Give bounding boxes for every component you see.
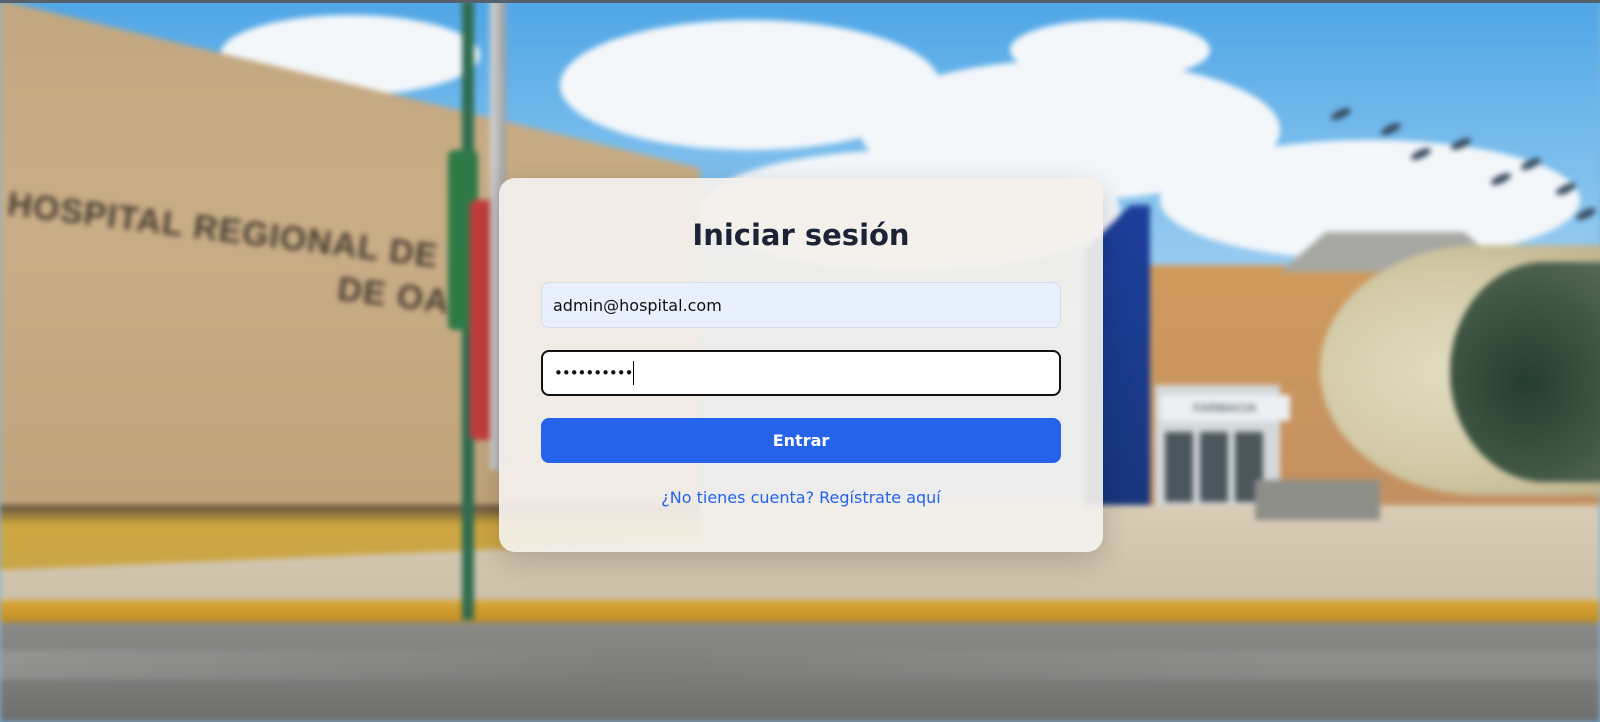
road-marks (0, 650, 1600, 680)
login-title: Iniciar sesión (692, 218, 910, 252)
cloud (1010, 20, 1210, 80)
window-top-edge (0, 0, 1600, 3)
entrance-sign: FARMACIA (1160, 395, 1290, 421)
curb (0, 600, 1600, 622)
login-button[interactable]: Entrar (541, 418, 1061, 463)
login-card: Iniciar sesión admin@hospital.com ••••••… (499, 178, 1103, 552)
text-cursor (633, 361, 635, 385)
planter (1255, 480, 1380, 520)
email-field[interactable]: admin@hospital.com (541, 282, 1061, 328)
password-value: •••••••••• (554, 364, 633, 382)
password-field[interactable]: •••••••••• (541, 350, 1061, 396)
login-page: HOSPITAL REGIONAL DE DE OAX FARMACIA Ini… (0, 0, 1600, 722)
door (1200, 432, 1228, 502)
email-value: admin@hospital.com (553, 295, 722, 315)
door (1165, 432, 1193, 502)
register-link[interactable]: ¿No tienes cuenta? Regístrate aquí (499, 488, 1103, 507)
